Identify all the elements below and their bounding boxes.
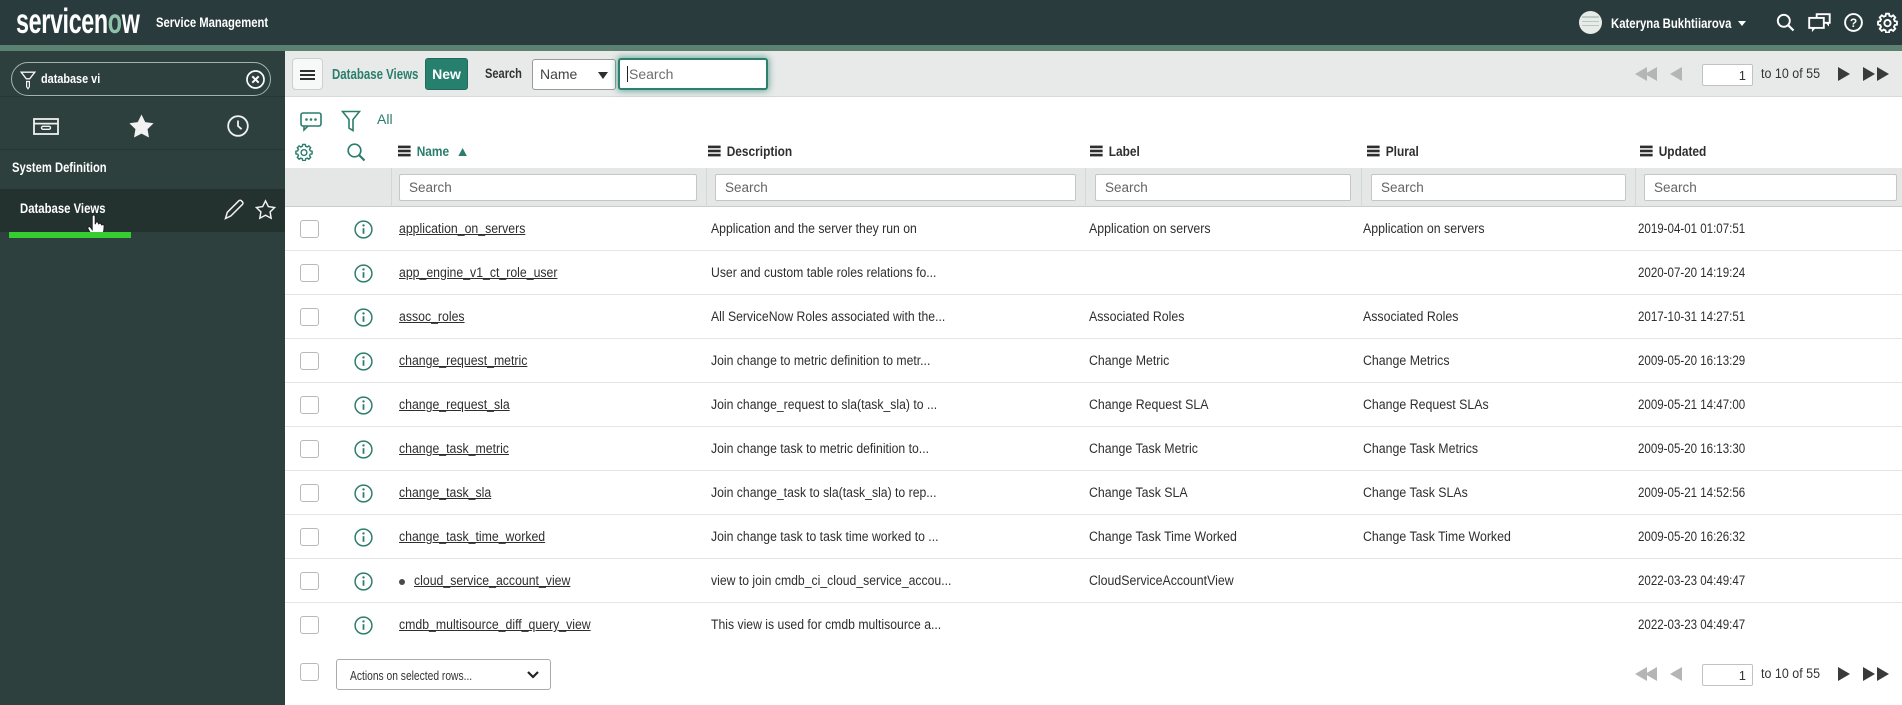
- svg-text:?: ?: [1850, 16, 1857, 30]
